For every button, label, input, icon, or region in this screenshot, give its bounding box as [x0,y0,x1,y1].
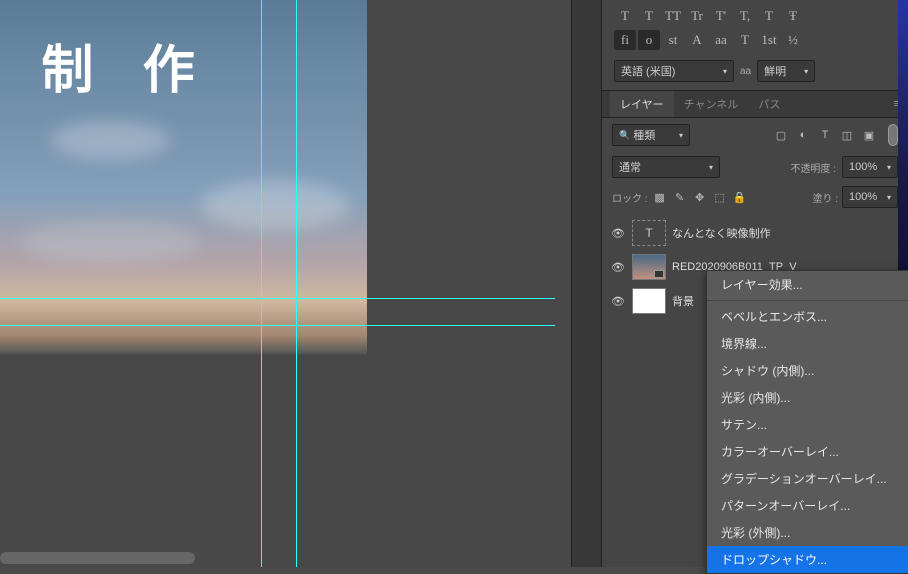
menu-item-outer-glow[interactable]: 光彩 (外側)... [707,519,908,546]
menu-item-gradient-overlay[interactable]: グラデーションオーバーレイ... [707,465,908,492]
layer-name[interactable]: 背景 [672,293,694,309]
tab-channels[interactable]: チャンネル [674,91,749,117]
titling-alt-button[interactable]: T [734,30,756,50]
layer-thumbnail[interactable] [632,288,666,314]
layer-filter-select[interactable]: 🔍 種類 ▾ [612,124,690,146]
menu-item-bevel[interactable]: ベベルとエンボス... [707,303,908,330]
layer-name[interactable]: なんとなく映像制作 [672,225,771,241]
lock-label: ロック : [612,190,648,205]
layer-filter-row: 🔍 種類 ▾ ▢ ◐ T ◫ ▣ [602,118,908,152]
fill-label: 塗り : [812,190,838,205]
menu-item-inner-glow[interactable]: 光彩 (内側)... [707,384,908,411]
type-options-row1: T T TT Tr T' T, T Ŧ [602,0,908,28]
horizontal-scrollbar[interactable] [0,552,195,564]
menu-item-satin[interactable]: サテン... [707,411,908,438]
fractions-button[interactable]: ½ [782,30,804,50]
type-options-row2: fi o st A aa T 1st ½ [602,28,908,56]
filter-toggle[interactable] [888,124,898,146]
panel-tabs: レイヤー チャンネル パス ≡ [602,90,908,118]
antialias-label: aa [740,66,751,77]
fill-value: 100% [849,191,877,203]
menu-separator [707,300,908,301]
antialias-value: 鮮明 [764,63,786,79]
language-value: 英語 (米国) [621,63,675,79]
swash-button[interactable]: A [686,30,708,50]
guide-horizontal[interactable] [0,325,555,326]
lock-transparency-icon[interactable]: ▩ [652,188,668,206]
chevron-down-icon: ▾ [887,163,891,172]
opacity-label: 不透明度 : [790,160,836,175]
type-subscript-button[interactable]: T, [734,6,756,26]
opacity-input[interactable]: 100% ▾ [842,156,898,178]
discretionary-lig-button[interactable]: st [662,30,684,50]
stylistic-alt-button[interactable]: aa [710,30,732,50]
antialias-select[interactable]: 鮮明 ▾ [757,60,815,82]
layer-row[interactable]: 👁 T なんとなく映像制作 [602,216,908,250]
layer-thumbnail[interactable]: T [632,220,666,246]
filter-adjust-icon[interactable]: ◐ [794,126,812,144]
menu-item-stroke[interactable]: 境界線... [707,330,908,357]
visibility-toggle-icon[interactable]: 👁 [610,261,626,274]
lock-row: ロック : ▩ ✎ ✥ ⬚ 🔒 塗り : 100% ▾ [602,182,908,216]
filter-type-icon[interactable]: T [816,126,834,144]
lock-artboard-icon[interactable]: ⬚ [712,188,728,206]
ligature-button[interactable]: fi [614,30,636,50]
type-strikethrough-button[interactable]: Ŧ [782,6,804,26]
blend-row: 通常 ▾ 不透明度 : 100% ▾ [602,152,908,182]
guide-horizontal[interactable] [0,298,555,299]
lock-image-icon[interactable]: ✎ [672,188,688,206]
document-canvas[interactable]: 象 制 作 [0,0,367,354]
lock-position-icon[interactable]: ✥ [692,188,708,206]
chevron-down-icon: ▾ [887,193,891,202]
menu-item-pattern-overlay[interactable]: パターンオーバーレイ... [707,492,908,519]
language-select[interactable]: 英語 (米国) ▾ [614,60,734,82]
type-underline-button[interactable]: T [758,6,780,26]
guide-vertical[interactable] [296,0,297,567]
type-smallcaps-button[interactable]: Tr [686,6,708,26]
fill-input[interactable]: 100% ▾ [842,186,898,208]
tab-paths[interactable]: パス [748,91,790,117]
type-allcaps-button[interactable]: TT [662,6,684,26]
layer-style-context-menu: レイヤー効果... ベベルとエンボス... 境界線... シャドウ (内側)..… [706,270,908,574]
blend-mode-select[interactable]: 通常 ▾ [612,156,720,178]
layer-thumbnail[interactable] [632,254,666,280]
blend-mode-value: 通常 [619,159,641,175]
menu-item-layer-effects[interactable]: レイヤー効果... [707,271,908,298]
lock-all-icon[interactable]: 🔒 [732,188,748,206]
language-row: 英語 (米国) ▾ aa 鮮明 ▾ [602,56,908,90]
ordinals-button[interactable]: 1st [758,30,780,50]
menu-item-drop-shadow[interactable]: ドロップシャドウ... [707,546,908,573]
canvas-text-layer[interactable]: 象 制 作 [0,28,213,103]
chevron-down-icon: ▾ [679,131,683,140]
type-italic-button[interactable]: T [638,6,660,26]
contextual-alt-button[interactable]: o [638,30,660,50]
chevron-down-icon: ▾ [804,67,808,76]
type-bold-button[interactable]: T [614,6,636,26]
tab-layers[interactable]: レイヤー [610,91,674,117]
type-superscript-button[interactable]: T' [710,6,732,26]
filter-shape-icon[interactable]: ◫ [838,126,856,144]
menu-item-inner-shadow[interactable]: シャドウ (内側)... [707,357,908,384]
chevron-down-icon: ▾ [723,67,727,76]
chevron-down-icon: ▾ [709,163,713,172]
docked-panel-bar[interactable] [571,0,601,567]
visibility-toggle-icon[interactable]: 👁 [610,227,626,240]
menu-item-color-overlay[interactable]: カラーオーバーレイ... [707,438,908,465]
visibility-toggle-icon[interactable]: 👁 [610,295,626,308]
layer-filter-value: 種類 [633,127,655,143]
opacity-value: 100% [849,161,877,173]
filter-smart-icon[interactable]: ▣ [860,126,878,144]
canvas-area[interactable]: 象 制 作 [0,0,571,567]
filter-pixel-icon[interactable]: ▢ [772,126,790,144]
guide-vertical[interactable] [261,0,262,567]
